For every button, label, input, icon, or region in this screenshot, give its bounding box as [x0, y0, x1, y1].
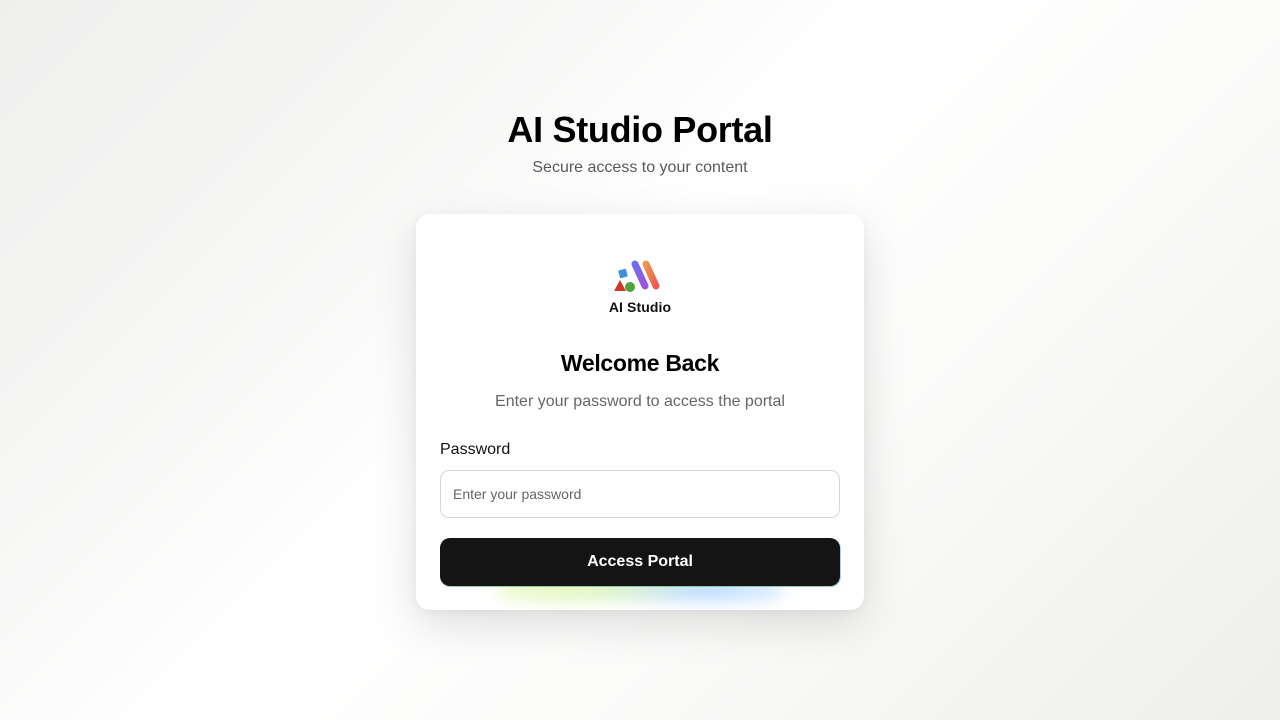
logo-text: AI Studio [608, 299, 672, 315]
page-header: AI Studio Portal Secure access to your c… [0, 108, 1280, 178]
welcome-subtitle: Enter your password to access the portal [495, 393, 785, 410]
page-title: AI Studio Portal [507, 109, 773, 150]
page-subtitle: Secure access to your content [532, 159, 748, 176]
welcome-title: Welcome Back [560, 350, 720, 376]
login-card: AI Studio Welcome Back Enter your passwo… [416, 214, 864, 610]
password-input[interactable] [440, 470, 840, 518]
password-label: Password [440, 441, 511, 458]
ai-studio-logo-icon [614, 260, 660, 292]
access-portal-button[interactable]: Access Portal [440, 538, 840, 586]
ai-studio-logo: AI Studio [606, 260, 674, 316]
